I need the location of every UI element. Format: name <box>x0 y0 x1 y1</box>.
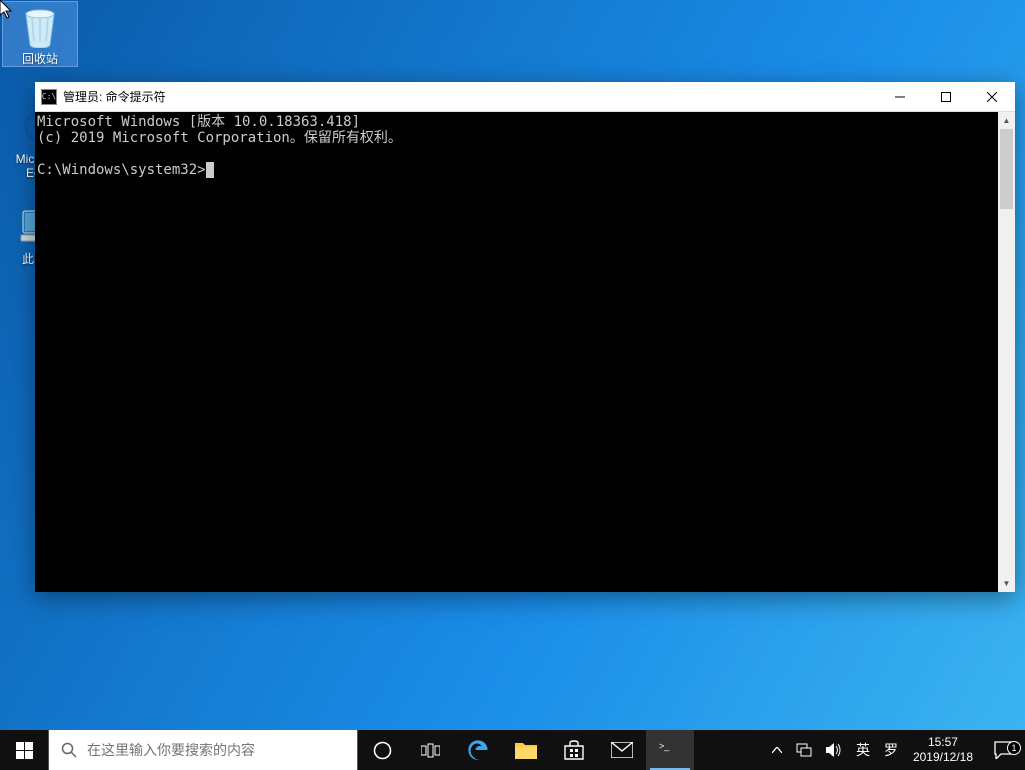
mail-icon <box>611 742 633 758</box>
titlebar[interactable]: C:\ 管理员: 命令提示符 <box>35 82 1015 112</box>
tray-overflow-button[interactable] <box>765 730 789 770</box>
network-icon <box>796 743 812 757</box>
scroll-up-button[interactable]: ▲ <box>998 112 1015 129</box>
ime-mode-button[interactable]: 罗 <box>877 730 905 770</box>
search-box[interactable] <box>48 730 358 770</box>
search-icon <box>61 742 77 758</box>
search-input[interactable] <box>87 742 345 758</box>
chevron-up-icon <box>772 747 782 753</box>
vertical-scrollbar[interactable]: ▲ ▼ <box>998 112 1015 592</box>
scroll-thumb[interactable] <box>1000 129 1013 209</box>
cmd-window: C:\ 管理员: 命令提示符 Microsoft Windows [版本 10.… <box>35 82 1015 592</box>
taskbar-app-cmd[interactable]: >_ <box>646 730 694 770</box>
action-center-button[interactable]: 1 <box>981 741 1025 759</box>
taskbar-app-store[interactable] <box>550 730 598 770</box>
ime-language-button[interactable]: 英 <box>849 730 877 770</box>
window-title: 管理员: 命令提示符 <box>63 88 166 105</box>
cmd-icon: >_ <box>659 741 681 759</box>
terminal-output[interactable]: Microsoft Windows [版本 10.0.18363.418] (c… <box>35 112 998 592</box>
task-view-icon <box>421 743 440 758</box>
recycle-bin-icon <box>18 4 62 48</box>
maximize-button[interactable] <box>923 82 969 111</box>
notification-badge: 1 <box>1007 741 1021 755</box>
store-icon <box>563 739 585 761</box>
scroll-down-button[interactable]: ▼ <box>998 575 1015 592</box>
taskbar: >_ 英 罗 15:57 2019/12/18 1 <box>0 730 1025 770</box>
mouse-cursor <box>0 0 16 20</box>
clock-date: 2019/12/18 <box>913 750 973 765</box>
cortana-button[interactable] <box>358 730 406 770</box>
clock-button[interactable]: 15:57 2019/12/18 <box>905 735 981 765</box>
taskbar-app-mail[interactable] <box>598 730 646 770</box>
volume-icon <box>826 743 842 757</box>
terminal-cursor <box>206 162 214 178</box>
edge-icon <box>466 738 490 762</box>
desktop-icon-label: 回收站 <box>3 52 77 66</box>
cortana-icon <box>373 741 392 760</box>
tray-volume-button[interactable] <box>819 730 849 770</box>
file-explorer-icon <box>515 741 537 759</box>
tray-network-button[interactable] <box>789 730 819 770</box>
taskbar-app-explorer[interactable] <box>502 730 550 770</box>
clock-time: 15:57 <box>913 735 973 750</box>
task-view-button[interactable] <box>406 730 454 770</box>
taskbar-app-edge[interactable] <box>454 730 502 770</box>
windows-logo-icon <box>16 742 33 759</box>
start-button[interactable] <box>0 730 48 770</box>
cmd-icon: C:\ <box>41 89 57 105</box>
minimize-button[interactable] <box>877 82 923 111</box>
close-button[interactable] <box>969 82 1015 111</box>
system-tray: 英 罗 15:57 2019/12/18 1 <box>765 730 1025 770</box>
